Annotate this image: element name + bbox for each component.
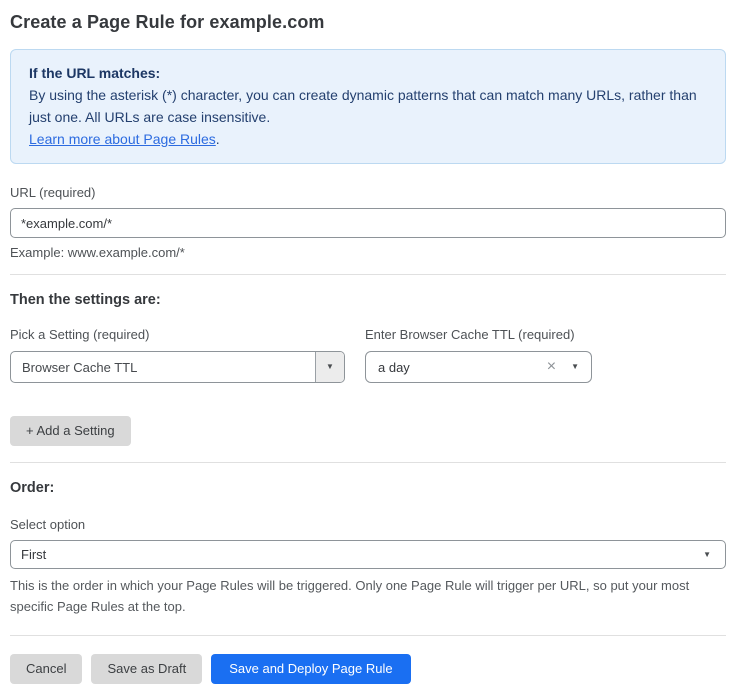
info-box-heading: If the URL matches: (29, 62, 707, 84)
save-as-draft-button[interactable]: Save as Draft (91, 654, 202, 684)
ttl-value: a day (378, 360, 547, 375)
chevron-down-icon: ▼ (703, 551, 711, 559)
divider-settings-order (10, 462, 726, 463)
learn-more-link[interactable]: Learn more about Page Rules (29, 131, 216, 147)
add-setting-button[interactable]: + Add a Setting (10, 416, 131, 446)
pick-setting-arrow-segment[interactable]: ▼ (315, 352, 344, 382)
ttl-label: Enter Browser Cache TTL (required) (365, 327, 592, 342)
save-and-deploy-button[interactable]: Save and Deploy Page Rule (211, 654, 410, 684)
order-select-label: Select option (10, 517, 726, 532)
url-match-info-box: If the URL matches: By using the asteris… (10, 49, 726, 164)
order-select-value: First (21, 547, 703, 562)
footer-actions: Cancel Save as Draft Save and Deploy Pag… (10, 654, 726, 684)
pick-setting-column: Pick a Setting (required) Browser Cache … (10, 308, 345, 383)
url-input[interactable] (10, 208, 726, 238)
settings-row: Pick a Setting (required) Browser Cache … (10, 308, 726, 383)
create-page-rule-form: Create a Page Rule for example.com If th… (0, 0, 736, 684)
chevron-down-icon: ▼ (571, 363, 579, 371)
clear-icon[interactable]: × (547, 359, 556, 375)
divider-footer (10, 635, 726, 636)
url-example-helper: Example: www.example.com/* (10, 245, 726, 260)
pick-setting-value: Browser Cache TTL (11, 352, 315, 382)
order-section-heading: Order: (10, 480, 726, 496)
ttl-combobox[interactable]: a day × ▼ (365, 351, 592, 383)
settings-section-heading: Then the settings are: (10, 292, 726, 308)
pick-setting-select[interactable]: Browser Cache TTL ▼ (10, 351, 345, 383)
info-box-link-line: Learn more about Page Rules. (29, 128, 707, 150)
url-field-label: URL (required) (10, 185, 726, 200)
divider-url-settings (10, 274, 726, 275)
link-period: . (216, 131, 220, 147)
order-select[interactable]: First ▼ (10, 540, 726, 569)
page-title: Create a Page Rule for example.com (10, 12, 726, 33)
info-box-body: By using the asterisk (*) character, you… (29, 84, 707, 128)
chevron-down-icon: ▼ (326, 363, 334, 371)
ttl-column: Enter Browser Cache TTL (required) a day… (365, 308, 592, 383)
cancel-button[interactable]: Cancel (10, 654, 82, 684)
pick-setting-label: Pick a Setting (required) (10, 327, 345, 342)
info-box-body-text: By using the asterisk (*) character, you… (29, 87, 697, 125)
order-help-text: This is the order in which your Page Rul… (10, 575, 726, 617)
